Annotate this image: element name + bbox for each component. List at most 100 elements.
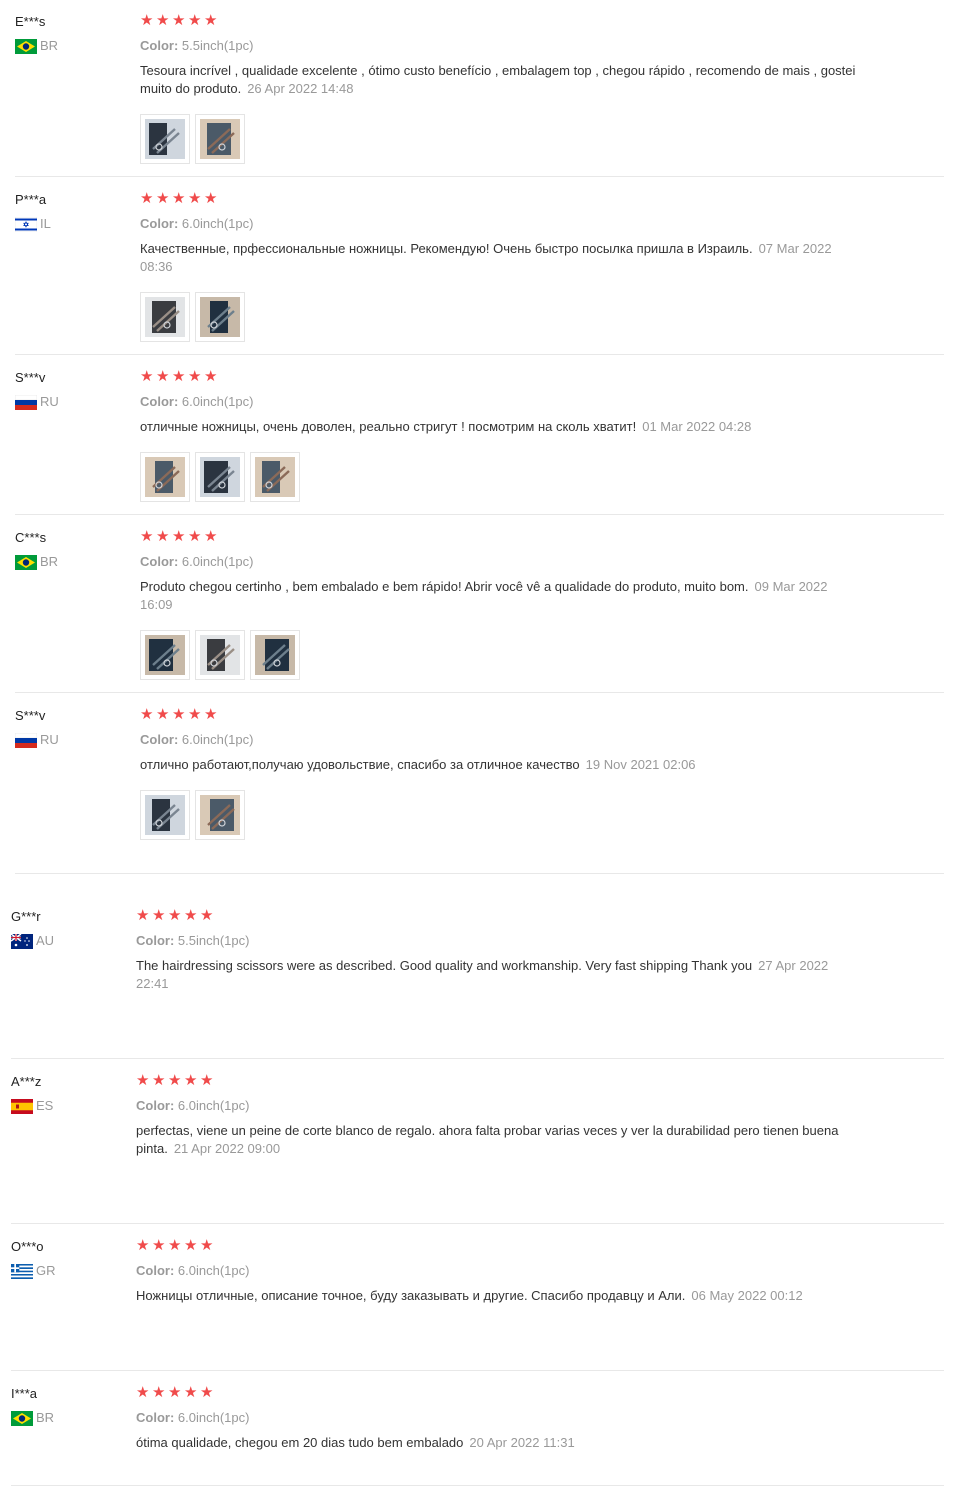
star-icon: ★: [184, 1384, 198, 1401]
country-flag-icon: [15, 554, 37, 570]
country-code: AU: [36, 933, 55, 948]
review-item: S***v RU ★ ★ ★ ★ ★ Color: 6.0inch(1pc) отлич…: [15, 706, 944, 874]
sku-label: Color:: [136, 1263, 175, 1278]
review-photo-thumbnail[interactable]: [140, 114, 190, 164]
star-icon: ★: [172, 528, 186, 545]
review-photos: [140, 630, 860, 680]
star-icon: ★: [140, 528, 154, 545]
sku-value: 6.0inch(1pc): [177, 1098, 250, 1113]
sku-info: Color: 5.5inch(1pc): [140, 38, 860, 54]
reviewer-info: P***a IL: [15, 192, 135, 232]
divider: [15, 873, 944, 874]
reviewer-country: RU: [15, 732, 135, 748]
reviewer-country: BR: [11, 1410, 131, 1426]
sku-label: Color:: [140, 216, 179, 231]
review-photos: [140, 790, 860, 840]
sku-label: Color:: [136, 1098, 175, 1113]
reviewer-name: S***v: [15, 708, 46, 723]
review-text: perfectas, viene un peine de corte blanc…: [136, 1122, 856, 1158]
review-photo-thumbnail[interactable]: [195, 790, 245, 840]
star-icon: ★: [156, 12, 170, 29]
star-icon: ★: [188, 706, 202, 723]
review-photo-thumbnail[interactable]: [195, 630, 245, 680]
review-photo-thumbnail[interactable]: [195, 292, 245, 342]
review-photos: [140, 114, 860, 164]
review-photo-thumbnail[interactable]: [140, 790, 190, 840]
reviewer-country: IL: [15, 216, 135, 232]
review-text: Качественные, прфессиональные ножницы. Р…: [140, 240, 860, 276]
sku-value: 6.0inch(1pc): [177, 1263, 250, 1278]
star-icon: ★: [136, 1072, 150, 1089]
review-body: ótima qualidade, chegou em 20 dias tudo …: [136, 1435, 464, 1450]
review-photos: [140, 292, 860, 342]
star-icon: ★: [156, 368, 170, 385]
star-icon: ★: [188, 528, 202, 545]
review-item: C***s BR ★ ★ ★ ★ ★ Color: 6.0inch(1pc) Produ…: [15, 528, 944, 693]
reviewer-info: E***s BR: [15, 14, 135, 54]
review-text: Tesoura incrível , qualidade excelente ,…: [140, 62, 860, 98]
review-date: 06 May 2022 00:12: [691, 1288, 803, 1303]
reviewer-info: O***o GR: [11, 1239, 131, 1279]
review-photo-thumbnail[interactable]: [250, 630, 300, 680]
review-content: ★ ★ ★ ★ ★ Color: 6.0inch(1pc) ótima qualidad…: [136, 1384, 856, 1452]
review-body: The hairdressing scissors were as descri…: [136, 958, 753, 973]
review-item: A***z ES ★ ★ ★ ★ ★ Color: 6.0inch(1pc) perfe…: [11, 1072, 944, 1224]
review-text: Ножницы отличные, описание точное, буду …: [136, 1287, 856, 1305]
star-icon: ★: [200, 1384, 214, 1401]
review-body: Качественные, прфессиональные ножницы. Р…: [140, 241, 753, 256]
divider: [11, 1370, 944, 1371]
review-photo-thumbnail[interactable]: [195, 114, 245, 164]
star-icon: ★: [156, 190, 170, 207]
star-icon: ★: [168, 907, 182, 924]
star-rating: ★ ★ ★ ★ ★: [136, 1072, 856, 1090]
country-flag-icon: [15, 38, 37, 54]
review-text: Produto chegou certinho , bem embalado e…: [140, 578, 860, 614]
divider: [15, 354, 944, 355]
review-photo-thumbnail[interactable]: [195, 452, 245, 502]
star-icon: ★: [188, 12, 202, 29]
review-item: I***a BR ★ ★ ★ ★ ★ Color: 6.0inch(1pc) ótima…: [11, 1384, 944, 1486]
star-icon: ★: [140, 368, 154, 385]
country-flag-icon: [11, 1098, 33, 1114]
star-icon: ★: [152, 1384, 166, 1401]
review-body: Produto chegou certinho , bem embalado e…: [140, 579, 749, 594]
country-code: BR: [36, 1410, 55, 1425]
star-rating: ★ ★ ★ ★ ★: [136, 1237, 856, 1255]
sku-info: Color: 6.0inch(1pc): [136, 1263, 856, 1279]
sku-label: Color:: [140, 394, 179, 409]
review-body: отличные ножницы, очень доволен, реально…: [140, 419, 637, 434]
star-icon: ★: [204, 706, 218, 723]
sku-info: Color: 6.0inch(1pc): [136, 1410, 856, 1426]
star-icon: ★: [188, 190, 202, 207]
review-photo-thumbnail[interactable]: [140, 630, 190, 680]
reviewer-info: G***r AU: [11, 909, 131, 949]
star-rating: ★ ★ ★ ★ ★: [140, 12, 860, 30]
review-photo-thumbnail[interactable]: [140, 292, 190, 342]
sku-info: Color: 6.0inch(1pc): [140, 732, 860, 748]
divider: [11, 1485, 944, 1486]
sku-label: Color:: [140, 554, 179, 569]
star-icon: ★: [204, 368, 218, 385]
review-text: отличные ножницы, очень доволен, реально…: [140, 418, 860, 436]
star-icon: ★: [200, 907, 214, 924]
review-content: ★ ★ ★ ★ ★ Color: 6.0inch(1pc) Качественные, …: [140, 190, 860, 342]
sku-info: Color: 6.0inch(1pc): [140, 394, 860, 410]
star-icon: ★: [200, 1072, 214, 1089]
reviewer-country: GR: [11, 1263, 131, 1279]
country-code: BR: [40, 38, 59, 53]
review-photo-thumbnail[interactable]: [140, 452, 190, 502]
sku-label: Color:: [140, 38, 179, 53]
divider: [15, 514, 944, 515]
reviewer-info: A***z ES: [11, 1074, 131, 1114]
star-icon: ★: [200, 1237, 214, 1254]
review-item: G***r AU ★ ★ ★ ★ ★ Color: 5.5inch(1pc) The h…: [11, 907, 944, 1059]
reviewer-name: C***s: [15, 530, 47, 545]
star-icon: ★: [172, 368, 186, 385]
reviewer-info: C***s BR: [15, 530, 135, 570]
sku-label: Color:: [140, 732, 179, 747]
star-icon: ★: [152, 1237, 166, 1254]
star-icon: ★: [140, 12, 154, 29]
sku-info: Color: 6.0inch(1pc): [140, 216, 860, 232]
review-photo-thumbnail[interactable]: [250, 452, 300, 502]
country-flag-icon: [11, 1263, 33, 1279]
